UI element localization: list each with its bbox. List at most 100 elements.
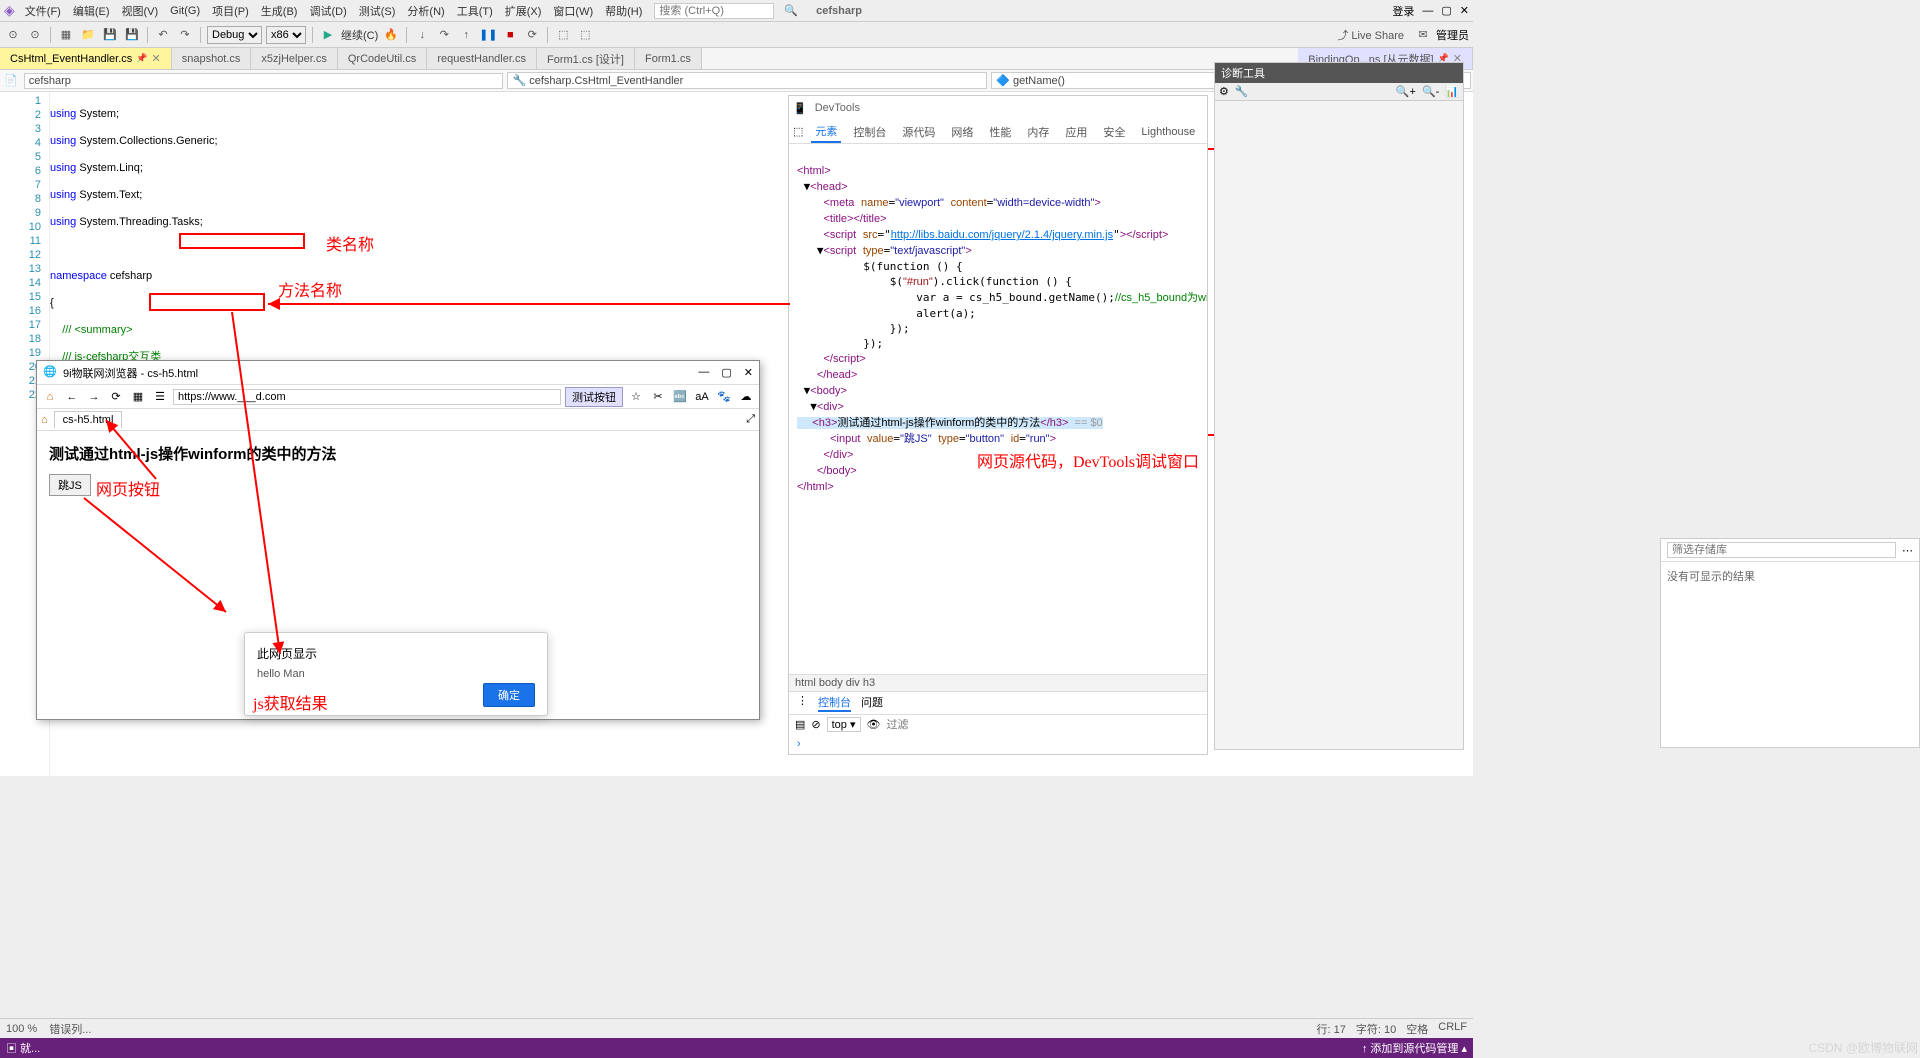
context-select[interactable]: top ▾ [827, 717, 861, 732]
inspect-icon[interactable]: ⬚ [793, 125, 803, 138]
tool-icon[interactable]: 🔧 [1235, 85, 1249, 98]
menu-search[interactable] [654, 3, 774, 19]
pin-icon[interactable]: 📌 [136, 53, 147, 64]
search-icon[interactable]: 🔍 [778, 4, 804, 17]
save-icon[interactable]: 💾 [101, 26, 119, 44]
cloud-icon[interactable]: ☁ [737, 390, 755, 403]
menu-git[interactable]: Git(G) [164, 5, 206, 17]
dom-breadcrumb[interactable]: html body div h3 [789, 674, 1207, 691]
cut-icon[interactable]: ✂ [649, 390, 667, 403]
menu-project[interactable]: 项目(P) [206, 3, 255, 19]
menu-edit[interactable]: 编辑(E) [67, 3, 116, 19]
menu-view[interactable]: 视图(V) [116, 3, 165, 19]
save-all-icon[interactable]: 💾 [123, 26, 141, 44]
console-sidebar-icon[interactable]: ▤ [795, 718, 805, 731]
grid-icon[interactable]: ▦ [129, 390, 147, 403]
pause-icon[interactable]: ❚❚ [479, 26, 497, 44]
zoom-level[interactable]: 100 % [6, 1023, 37, 1035]
tab-requesthandler[interactable]: requestHandler.cs [427, 48, 537, 69]
menu-window[interactable]: 窗口(W) [547, 3, 599, 19]
tab-form1[interactable]: Form1.cs [635, 48, 702, 69]
back-icon[interactable]: ← [63, 391, 81, 403]
drawer-issues[interactable]: 问题 [861, 694, 883, 712]
menu-test[interactable]: 测试(S) [353, 3, 402, 19]
new-project-icon[interactable]: ▦ [57, 26, 75, 44]
source-control-add[interactable]: ↑ 添加到源代码管理 ▴ [1362, 1040, 1467, 1056]
tab-form1-design[interactable]: Form1.cs [设计] [537, 48, 635, 69]
stop-icon[interactable]: ■ [501, 26, 519, 44]
browser-tab[interactable]: cs-h5.html [54, 411, 123, 428]
tab-cshtml-eventhandler[interactable]: CsHtml_EventHandler.cs 📌✕ [0, 48, 172, 69]
alert-ok-button[interactable]: 确定 [483, 683, 535, 707]
home-icon[interactable]: ⌂ [41, 391, 59, 403]
star-icon[interactable]: ☆ [627, 390, 645, 403]
window-minimize-icon[interactable]: — [1422, 5, 1433, 17]
console-prompt[interactable]: › [789, 734, 1207, 754]
nav-fwd-icon[interactable]: ⊙ [26, 26, 44, 44]
fullscreen-icon[interactable]: ⤢ [746, 413, 755, 426]
console-filter[interactable] [886, 719, 1201, 731]
hot-reload-icon[interactable]: 🔥 [382, 26, 400, 44]
devtab-sources[interactable]: 源代码 [898, 122, 939, 142]
feedback-icon[interactable]: ✉ [1414, 26, 1432, 44]
drawer-console[interactable]: 控制台 [818, 694, 851, 712]
run-label[interactable]: 继续(C) [341, 27, 378, 43]
tab-qrcodeutil[interactable]: QrCodeUtil.cs [338, 48, 427, 69]
browser-close-icon[interactable]: ✕ [744, 366, 753, 379]
config-select[interactable]: Debug [207, 26, 262, 44]
run-icon[interactable]: ▶ [319, 26, 337, 44]
redo-icon[interactable]: ↷ [176, 26, 194, 44]
step-out-icon[interactable]: ↑ [457, 26, 475, 44]
chart-icon[interactable]: 📊 [1445, 85, 1459, 98]
devtab-perf[interactable]: 性能 [985, 122, 1015, 142]
browser-max-icon[interactable]: ▢ [721, 366, 731, 379]
menu-help[interactable]: 帮助(H) [599, 3, 648, 19]
test-button[interactable]: 测试按钮 [565, 387, 623, 407]
reload-icon[interactable]: ⟳ [107, 390, 125, 403]
window-close-icon[interactable]: ✕ [1460, 4, 1469, 17]
restart-icon[interactable]: ⟳ [523, 26, 541, 44]
list-icon[interactable]: ☰ [151, 390, 169, 403]
undo-icon[interactable]: ↶ [154, 26, 172, 44]
more-icon[interactable]: ⋯ [1902, 544, 1913, 557]
clear-icon[interactable]: ⊘ [811, 718, 820, 731]
gear-icon[interactable]: ⚙ [1219, 85, 1229, 98]
tab-snapshot[interactable]: snapshot.cs [172, 48, 252, 69]
menu-ext[interactable]: 扩展(X) [499, 3, 548, 19]
open-icon[interactable]: 📁 [79, 26, 97, 44]
nav-project[interactable]: cefsharp [24, 73, 504, 89]
error-list[interactable]: 错误列... [49, 1021, 91, 1037]
tb-misc2-icon[interactable]: ⬚ [576, 26, 594, 44]
login-link[interactable]: 登录 [1392, 3, 1414, 19]
repo-filter-input[interactable] [1667, 542, 1896, 558]
home-tab-icon[interactable]: ⌂ [41, 414, 48, 426]
dom-tree[interactable]: <html> ▼<head> <meta name="viewport" con… [789, 144, 1207, 674]
paw-icon[interactable]: 🐾 [715, 390, 733, 403]
address-bar[interactable] [173, 389, 561, 405]
nav-back-icon[interactable]: ⊙ [4, 26, 22, 44]
devtab-memory[interactable]: 内存 [1023, 122, 1053, 142]
devtab-console[interactable]: 控制台 [849, 122, 890, 142]
eye-icon[interactable]: 👁 [867, 718, 881, 731]
tab-x5zjhelper[interactable]: x5zjHelper.cs [251, 48, 337, 69]
step-over-icon[interactable]: ↷ [435, 26, 453, 44]
window-maximize-icon[interactable]: ▢ [1441, 4, 1451, 17]
fwd-icon[interactable]: → [85, 391, 103, 403]
zoomout-icon[interactable]: 🔍- [1422, 85, 1439, 98]
browser-min-icon[interactable]: — [698, 366, 709, 379]
zoomin-icon[interactable]: 🔍+ [1396, 85, 1416, 98]
devtab-lighthouse[interactable]: Lighthouse [1137, 124, 1199, 140]
menu-debug[interactable]: 调试(D) [303, 3, 352, 19]
tb-misc-icon[interactable]: ⬚ [554, 26, 572, 44]
devtab-security[interactable]: 安全 [1099, 122, 1129, 142]
devtab-elements[interactable]: 元素 [811, 121, 841, 143]
font-icon[interactable]: aA [693, 391, 711, 403]
close-icon[interactable]: ✕ [152, 52, 161, 65]
nav-class[interactable]: 🔧 cefsharp.CsHtml_EventHandler [507, 72, 987, 89]
devtab-app[interactable]: 应用 [1061, 122, 1091, 142]
liveshare-button[interactable]: ⤴ Live Share [1331, 27, 1410, 43]
menu-analyze[interactable]: 分析(N) [401, 3, 450, 19]
platform-select[interactable]: x86 [266, 26, 306, 44]
step-icon[interactable]: ↓ [413, 26, 431, 44]
js-button[interactable]: 跳JS [49, 474, 91, 496]
